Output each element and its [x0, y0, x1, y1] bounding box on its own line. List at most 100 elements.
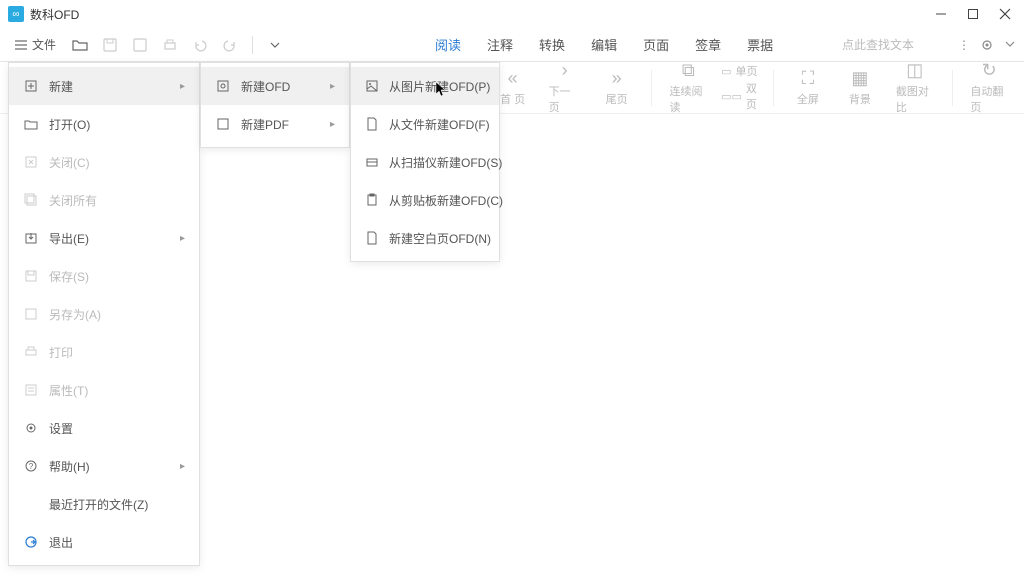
ribbon-next-page[interactable]: ›下一页: [543, 58, 587, 117]
menu-item-new-pdf[interactable]: 新建PDF ▸: [201, 105, 349, 143]
toolbar: 文件 阅读 注释 转换 编辑 页面 签章 票据 点此查找文本 ⋮: [0, 28, 1024, 62]
image-icon: [365, 79, 379, 93]
ribbon-single-page[interactable]: ▭单页: [721, 63, 761, 79]
close-all-icon: [23, 193, 39, 207]
chevron-right-icon: ▸: [180, 233, 185, 244]
redo-button[interactable]: [218, 33, 242, 57]
minimize-button[interactable]: [934, 7, 948, 21]
dropdown-button[interactable]: [263, 33, 287, 57]
menu-item-new-ofd[interactable]: 新建OFD ▸: [201, 67, 349, 105]
menu-item-close[interactable]: 关闭(C): [9, 143, 199, 181]
menu-item-from-image[interactable]: 从图片新建OFD(P): [351, 67, 499, 105]
close-doc-icon: [23, 155, 39, 169]
search-area[interactable]: 点此查找文本 ⋮: [828, 36, 1016, 53]
maximize-button[interactable]: [966, 7, 980, 21]
print-icon: [23, 345, 39, 359]
last-page-icon: »: [612, 68, 622, 89]
save-button[interactable]: [98, 33, 122, 57]
tab-invoice[interactable]: 票据: [745, 29, 775, 60]
clipboard-icon: [365, 193, 379, 207]
chevron-right-icon: ▸: [180, 461, 185, 472]
menu-item-help[interactable]: ? 帮助(H) ▸: [9, 447, 199, 485]
scanner-icon: [365, 155, 379, 169]
menu-item-exit[interactable]: 退出: [9, 523, 199, 561]
menu-item-close-all[interactable]: 关闭所有: [9, 181, 199, 219]
fullscreen-icon: ⛶: [802, 68, 815, 89]
close-button[interactable]: [998, 7, 1012, 21]
chevron-right-icon: ▸: [330, 81, 335, 92]
folder-icon: [23, 117, 39, 131]
menu-item-blank-page[interactable]: 新建空白页OFD(N): [351, 219, 499, 257]
file-menu-label: 文件: [32, 36, 56, 53]
file-menu-button[interactable]: 文件: [8, 33, 62, 57]
single-page-icon: ▭: [721, 65, 731, 78]
ribbon-compare[interactable]: ◫截图对比: [890, 58, 940, 117]
tab-annotate[interactable]: 注释: [485, 29, 515, 60]
ribbon-last-page[interactable]: »尾页: [595, 66, 639, 109]
hamburger-icon: [14, 38, 28, 52]
menu-item-export[interactable]: 导出(E) ▸: [9, 219, 199, 257]
tab-page[interactable]: 页面: [641, 29, 671, 60]
properties-icon: [23, 383, 39, 397]
menu-item-new[interactable]: 新建 ▸: [9, 67, 199, 105]
first-page-icon: «: [508, 68, 518, 89]
save-as-button[interactable]: [128, 33, 152, 57]
menu-item-from-file[interactable]: 从文件新建OFD(F): [351, 105, 499, 143]
ribbon-fullscreen[interactable]: ⛶全屏: [786, 66, 830, 109]
print-button[interactable]: [158, 33, 182, 57]
menu-item-save[interactable]: 保存(S): [9, 257, 199, 295]
exit-icon: [23, 535, 39, 549]
help-icon: ?: [23, 459, 39, 473]
ribbon-continuous[interactable]: ⧉连续阅读: [663, 58, 713, 117]
open-button[interactable]: [68, 33, 92, 57]
double-page-icon: ▭▭: [721, 90, 742, 103]
separator: [952, 70, 953, 106]
ribbon-page-layout: ▭单页 ▭▭双页: [721, 63, 761, 112]
tab-bar: 阅读 注释 转换 编辑 页面 签章 票据: [433, 29, 775, 60]
pdf-icon: [215, 117, 231, 131]
window-controls: [934, 7, 1012, 21]
ribbon-background[interactable]: ▦背景: [838, 66, 882, 109]
app-title: 数科OFD: [30, 6, 934, 23]
tab-read[interactable]: 阅读: [433, 29, 463, 60]
arrow-right-icon: ›: [562, 60, 568, 81]
blank-page-icon: [365, 231, 379, 245]
menu-item-properties[interactable]: 属性(T): [9, 371, 199, 409]
menu-item-open[interactable]: 打开(O): [9, 105, 199, 143]
compare-icon: ◫: [906, 60, 923, 81]
file-menu: 新建 ▸ 打开(O) 关闭(C) 关闭所有 导出(E) ▸ 保存(S) 另存为(…: [8, 62, 200, 566]
new-icon: [23, 79, 39, 93]
file-icon: [365, 117, 379, 131]
continuous-icon: ⧉: [682, 60, 695, 81]
menu-item-from-scanner[interactable]: 从扫描仪新建OFD(S): [351, 143, 499, 181]
app-logo: ∞: [8, 6, 24, 22]
save-as-icon: [23, 307, 39, 321]
search-placeholder: 点此查找文本: [828, 36, 928, 53]
more-icon[interactable]: ⋮: [958, 38, 970, 52]
tab-edit[interactable]: 编辑: [589, 29, 619, 60]
menu-item-from-clipboard[interactable]: 从剪贴板新建OFD(C): [351, 181, 499, 219]
separator: [651, 70, 652, 106]
new-ofd-submenu: 从图片新建OFD(P) 从文件新建OFD(F) 从扫描仪新建OFD(S) 从剪贴…: [350, 62, 500, 262]
menu-item-save-as[interactable]: 另存为(A): [9, 295, 199, 333]
chevron-right-icon: ▸: [330, 119, 335, 130]
svg-text:?: ?: [29, 462, 34, 471]
ofd-icon: [215, 79, 231, 93]
right-icons: ⋮: [958, 38, 1016, 52]
menu-item-recent[interactable]: 最近打开的文件(Z): [9, 485, 199, 523]
gear-icon[interactable]: [980, 38, 994, 52]
chevron-down-icon[interactable]: [1004, 38, 1016, 52]
tab-sign[interactable]: 签章: [693, 29, 723, 60]
menu-item-print[interactable]: 打印: [9, 333, 199, 371]
gear-icon: [23, 421, 39, 435]
ribbon-double-page[interactable]: ▭▭双页: [721, 80, 761, 112]
background-icon: ▦: [851, 68, 868, 89]
new-submenu: 新建OFD ▸ 新建PDF ▸: [200, 62, 350, 148]
auto-flip-icon: ↻: [982, 60, 997, 81]
undo-button[interactable]: [188, 33, 212, 57]
ribbon-auto-flip[interactable]: ↻自动翻页: [964, 58, 1014, 117]
title-bar: ∞ 数科OFD: [0, 0, 1024, 28]
menu-item-settings[interactable]: 设置: [9, 409, 199, 447]
chevron-right-icon: ▸: [180, 81, 185, 92]
tab-convert[interactable]: 转换: [537, 29, 567, 60]
